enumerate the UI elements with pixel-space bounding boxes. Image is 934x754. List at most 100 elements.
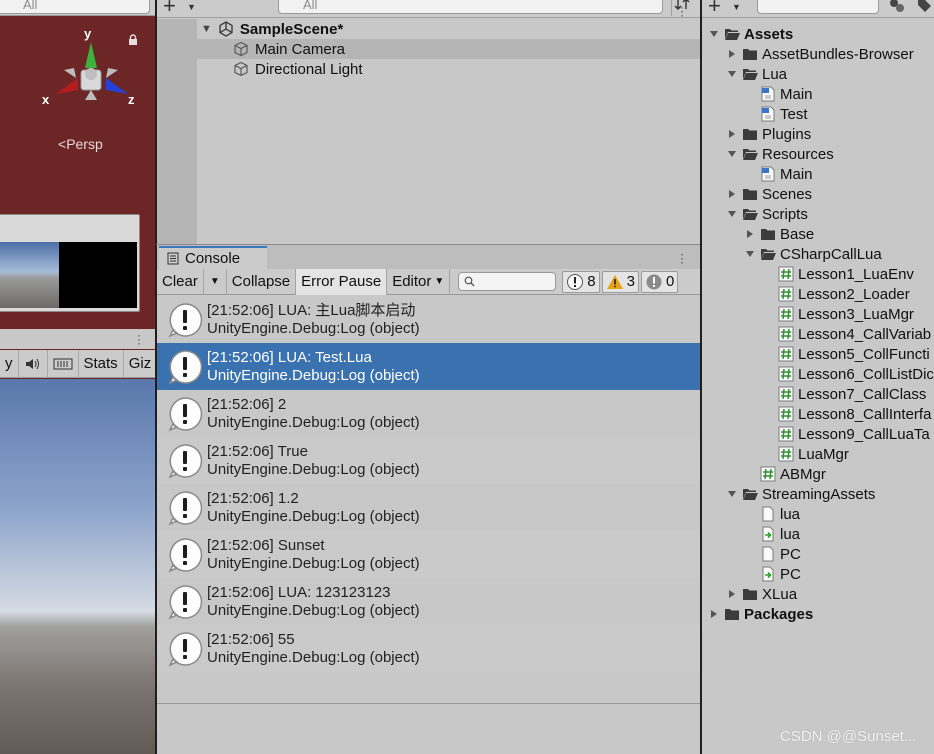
console-log-list[interactable]: [21:52:06] LUA: 主Lua脚本启动 UnityEngine.Deb… (157, 296, 700, 706)
orientation-gizmo[interactable]: y x z (42, 26, 138, 118)
log-entry[interactable]: [21:52:06] 2 UnityEngine.Debug:Log (obje… (157, 390, 700, 437)
project-tree-item[interactable]: Lesson6_CollListDic (702, 364, 934, 384)
project-tree-item[interactable]: Scripts (702, 204, 934, 224)
project-tree-item[interactable]: StreamingAssets (702, 484, 934, 504)
project-tree-item[interactable]: Scenes (702, 184, 934, 204)
scene-root-row[interactable]: ▼ SampleScene* (157, 19, 700, 39)
console-menu-icon[interactable]: · · · (680, 248, 686, 268)
expand-arrow-down-icon[interactable] (744, 248, 756, 260)
search-by-type-icon[interactable] (888, 0, 906, 14)
log-text: [21:52:06] LUA: 123123123 UnityEngine.De… (207, 584, 420, 620)
clear-options-chevron-down-icon[interactable]: ▼ (204, 268, 227, 295)
project-tree-label: Main (780, 85, 813, 103)
console-toolbar: Clear ▼ Collapse Error Pause Editor ▼ 8 (157, 268, 700, 295)
project-tree-item[interactable]: Base (702, 224, 934, 244)
project-tree-item[interactable]: Lesson7_CallClass (702, 384, 934, 404)
expand-arrow-right-icon[interactable] (708, 608, 720, 620)
project-tree-item[interactable]: Packages (702, 604, 934, 624)
expand-arrow-down-icon[interactable] (708, 28, 720, 40)
log-entry[interactable]: [21:52:06] LUA: 123123123 UnityEngine.De… (157, 578, 700, 625)
create-caret-icon[interactable]: ▼ (732, 2, 741, 12)
expand-arrow-down-icon[interactable] (726, 488, 738, 500)
log-entry[interactable]: [21:52:06] 1.2 UnityEngine.Debug:Log (ob… (157, 484, 700, 531)
error-pause-button[interactable]: Error Pause (296, 268, 388, 295)
log-entry[interactable]: [21:52:06] 55 UnityEngine.Debug:Log (obj… (157, 625, 700, 672)
project-tree-item[interactable]: Lesson8_CallInterfa (702, 404, 934, 424)
log-count-toggle[interactable]: 8 (562, 270, 600, 293)
hierarchy-item-main-camera[interactable]: Main Camera (157, 39, 700, 59)
expand-arrow-down-icon[interactable] (726, 68, 738, 80)
create-asset-button[interactable]: + (708, 0, 721, 19)
editor-dropdown[interactable]: Editor ▼ (387, 268, 451, 295)
persp-toggle[interactable]: <Persp (58, 136, 103, 152)
console-detail-pane[interactable] (157, 703, 700, 754)
project-search-input[interactable] (757, 0, 879, 14)
project-tree-item[interactable]: PC (702, 564, 934, 584)
error-count-toggle[interactable]: 0 (640, 270, 679, 293)
project-tree-item[interactable]: Assets (702, 24, 934, 44)
collapse-button[interactable]: Collapse (227, 268, 297, 295)
project-tree-item[interactable]: Lesson9_CallLuaTa (702, 424, 934, 444)
project-tree-item[interactable]: Lesson3_LuaMgr (702, 304, 934, 324)
scene-search-input[interactable]: All (0, 0, 150, 14)
csharp-script-icon (778, 406, 798, 422)
project-tree-item[interactable]: Lesson1_LuaEnv (702, 264, 934, 284)
tree-arrow-spacer (762, 408, 774, 420)
log-entry-selected[interactable]: [21:52:06] LUA: Test.Lua UnityEngine.Deb… (157, 343, 700, 390)
hierarchy-toolbar: + ▼ All · · · (157, 0, 700, 21)
expand-arrow-right-icon[interactable] (744, 228, 756, 240)
expand-arrow-down-icon[interactable] (726, 148, 738, 160)
project-tree-item[interactable]: Lua (702, 64, 934, 84)
project-tree-item[interactable]: PC (702, 544, 934, 564)
hierarchy-panel: + ▼ All · · · ▼ SampleScene* Main Camera D… (155, 0, 700, 244)
project-tree-item[interactable]: Lesson2_Loader (702, 284, 934, 304)
console-search-input[interactable] (458, 272, 557, 291)
expand-arrow-right-icon[interactable] (726, 188, 738, 200)
project-tree-item[interactable]: Lesson4_CallVariab (702, 324, 934, 344)
log-entry[interactable]: [21:52:06] LUA: 主Lua脚本启动 UnityEngine.Deb… (157, 296, 700, 343)
add-caret-icon[interactable]: ▼ (187, 2, 196, 12)
add-object-button[interactable]: + (163, 0, 176, 19)
project-tree-item[interactable]: XLua (702, 584, 934, 604)
expand-arrow-down-icon[interactable] (726, 208, 738, 220)
expand-arrow-right-icon[interactable] (726, 48, 738, 60)
hierarchy-filter-button[interactable] (671, 0, 697, 16)
stats-button[interactable]: Stats (79, 349, 124, 378)
project-tree-label: Main (780, 165, 813, 183)
axis-gizmo-icon (56, 42, 128, 100)
expand-arrow-right-icon[interactable] (726, 588, 738, 600)
project-tree-label: StreamingAssets (762, 485, 876, 503)
audio-toggle[interactable] (19, 349, 48, 378)
tab-console[interactable]: Console (159, 246, 267, 269)
project-tree-item[interactable]: Main (702, 164, 934, 184)
scene-menu-icon[interactable]: · · · (137, 329, 143, 349)
tree-arrow-spacer (744, 528, 756, 540)
project-tree-item[interactable]: lua (702, 504, 934, 524)
scene-expand-icon[interactable]: ▼ (201, 23, 212, 35)
expand-arrow-right-icon[interactable] (726, 128, 738, 140)
clear-button[interactable]: Clear (157, 268, 204, 295)
scene-left-truncated[interactable]: y (0, 349, 19, 378)
gizmos-button[interactable]: Giz (124, 350, 155, 378)
project-tree-item[interactable]: Lesson5_CollFuncti (702, 344, 934, 364)
scene-viewport[interactable] (0, 379, 155, 754)
project-tree-item[interactable]: ABMgr (702, 464, 934, 484)
scene-view[interactable]: All y x z <Persp · · · y Stats Giz (0, 0, 155, 754)
project-tree-item[interactable]: Plugins (702, 124, 934, 144)
label-tag-icon[interactable] (916, 0, 932, 14)
project-tree-item[interactable]: AssetBundles-Browser (702, 44, 934, 64)
effects-toggle[interactable] (48, 349, 79, 378)
project-tree-item[interactable]: lua (702, 524, 934, 544)
project-tree-item[interactable]: CSharpCallLua (702, 244, 934, 264)
log-entry[interactable]: [21:52:06] True UnityEngine.Debug:Log (o… (157, 437, 700, 484)
hierarchy-search-input[interactable]: All (278, 0, 663, 14)
project-tree-item[interactable]: Resources (702, 144, 934, 164)
warning-count-toggle[interactable]: 3 (601, 270, 639, 293)
csharp-script-icon (778, 366, 798, 382)
log-entry[interactable]: [21:52:06] Sunset UnityEngine.Debug:Log … (157, 531, 700, 578)
project-tree-item[interactable]: Main (702, 84, 934, 104)
project-tree-label: AssetBundles-Browser (762, 45, 914, 63)
hierarchy-item-directional-light[interactable]: Directional Light (157, 59, 700, 79)
project-tree-item[interactable]: LuaMgr (702, 444, 934, 464)
project-tree-item[interactable]: Test (702, 104, 934, 124)
